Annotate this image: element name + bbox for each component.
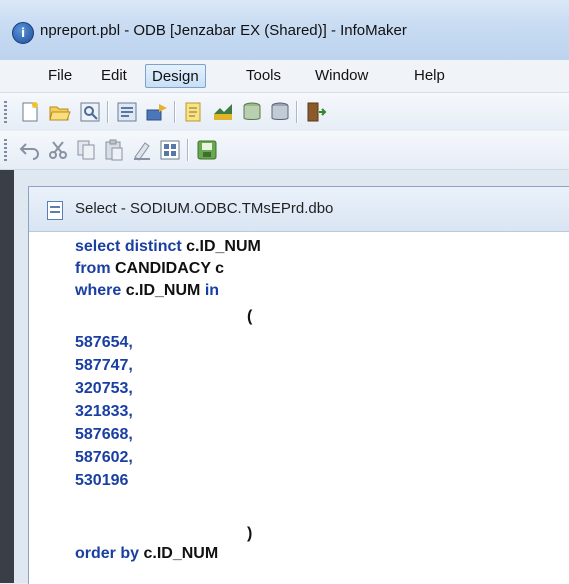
toolbar-grip[interactable] bbox=[4, 139, 7, 161]
sql-line-where: where c.ID_NUM in bbox=[75, 282, 219, 300]
preview-icon[interactable] bbox=[78, 100, 102, 124]
exit-icon[interactable] bbox=[304, 100, 328, 124]
menu-tools[interactable]: Tools bbox=[240, 64, 287, 88]
sql-text: c.ID_NUM bbox=[125, 282, 205, 299]
sql-text: c.ID_NUM bbox=[143, 545, 219, 562]
sql-close-paren: ) bbox=[247, 525, 253, 542]
menu-edit[interactable]: Edit bbox=[95, 64, 133, 88]
menu-bar: File Edit Design Tools Window Help bbox=[0, 60, 569, 93]
sql-open-paren: ( bbox=[247, 308, 253, 325]
sql-text: CANDIDACY c bbox=[115, 260, 225, 277]
sql-text: c.ID_NUM bbox=[186, 238, 261, 255]
document-icon bbox=[47, 201, 63, 220]
new-icon[interactable] bbox=[18, 100, 42, 124]
select-painter-titlebar[interactable]: Select - SODIUM.ODBC.TMsEPrd.dbo bbox=[29, 187, 569, 232]
sql-keyword: in bbox=[204, 282, 220, 299]
sql-keyword: where bbox=[75, 282, 126, 299]
sql-value: 320753, bbox=[75, 380, 133, 397]
paste-icon[interactable] bbox=[102, 138, 126, 162]
sql-value: 587668, bbox=[75, 426, 133, 443]
undo-icon[interactable] bbox=[18, 138, 42, 162]
sql-line-select: select distinct c.ID_NUM bbox=[75, 238, 261, 256]
cut-icon[interactable] bbox=[46, 138, 70, 162]
sql-keyword: order by bbox=[75, 545, 144, 562]
db-profile-icon[interactable] bbox=[268, 100, 292, 124]
select-all-icon[interactable] bbox=[158, 138, 182, 162]
toolbar-grip[interactable] bbox=[4, 101, 7, 123]
sql-editor[interactable]: select distinct c.ID_NUM from CANDIDACY … bbox=[29, 232, 569, 584]
menu-file[interactable]: File bbox=[42, 64, 78, 88]
menu-help[interactable]: Help bbox=[408, 64, 451, 88]
sql-value: 587602, bbox=[75, 449, 133, 466]
infomaker-app-icon: i bbox=[12, 22, 34, 44]
report-icon[interactable] bbox=[211, 100, 235, 124]
database-icon[interactable] bbox=[240, 100, 264, 124]
sql-line-from: from CANDIDACY c bbox=[75, 260, 224, 278]
sql-value: 587747, bbox=[75, 357, 133, 374]
save-icon[interactable] bbox=[195, 138, 219, 162]
clear-icon[interactable] bbox=[130, 138, 154, 162]
window-title: npreport.pbl - ODB [Jenzabar EX (Shared)… bbox=[40, 22, 407, 39]
open-icon[interactable] bbox=[48, 100, 72, 124]
menu-window[interactable]: Window bbox=[309, 64, 374, 88]
copy-icon[interactable] bbox=[74, 138, 98, 162]
datawindow-icon[interactable] bbox=[145, 100, 169, 124]
menu-design[interactable]: Design bbox=[145, 64, 206, 88]
window-titlebar: i npreport.pbl - ODB [Jenzabar EX (Share… bbox=[0, 0, 569, 61]
left-panel-edge bbox=[0, 170, 14, 583]
select-painter-title: Select - SODIUM.ODBC.TMsEPrd.dbo bbox=[75, 200, 334, 217]
query-icon[interactable] bbox=[182, 100, 206, 124]
select-painter-window: Select - SODIUM.ODBC.TMsEPrd.dbo select … bbox=[28, 186, 569, 584]
sql-value: 321833, bbox=[75, 403, 133, 420]
sql-line-order-by: order by c.ID_NUM bbox=[75, 545, 218, 563]
sql-value: 587654, bbox=[75, 334, 133, 351]
sql-value: 530196 bbox=[75, 472, 129, 489]
sql-keyword: from bbox=[75, 260, 115, 277]
main-toolbar bbox=[0, 93, 569, 131]
library-icon[interactable] bbox=[115, 100, 139, 124]
sql-keyword: select distinct bbox=[75, 238, 187, 255]
edit-toolbar bbox=[0, 131, 569, 170]
